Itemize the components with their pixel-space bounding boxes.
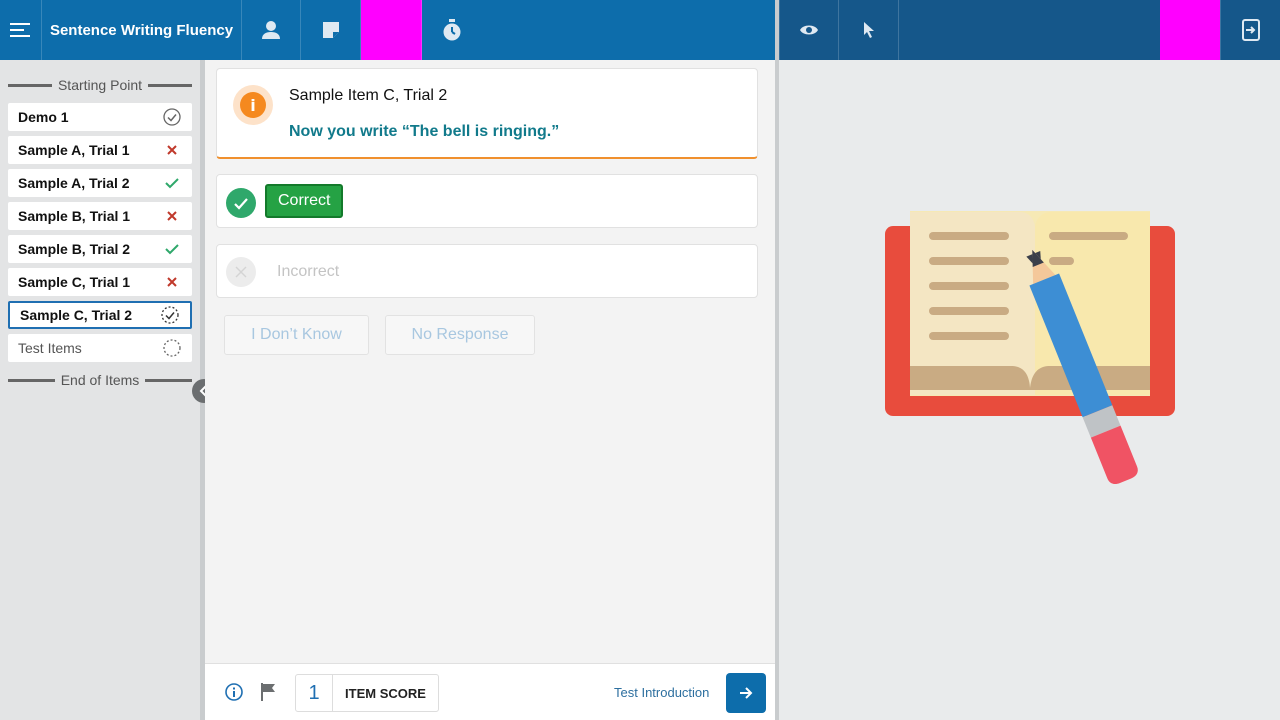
app-title: Sentence Writing Fluency bbox=[42, 0, 242, 60]
sidebar-item-sample-a-trial-2[interactable]: Sample A, Trial 2 bbox=[8, 169, 192, 197]
dont-know-button[interactable]: I Don’t Know bbox=[224, 315, 369, 355]
timer-button[interactable] bbox=[422, 0, 482, 60]
check-icon bbox=[162, 239, 182, 259]
sidebar-item-test-items[interactable]: Test Items bbox=[8, 334, 192, 362]
item-instruction: Now you write “The bell is ringing.” bbox=[289, 123, 560, 140]
item-score-label: ITEM SCORE bbox=[345, 685, 426, 701]
incorrect-button[interactable]: Incorrect bbox=[277, 263, 339, 281]
sidebar-item-sample-c-trial-2[interactable]: Sample C, Trial 2 bbox=[8, 301, 192, 329]
timer-icon bbox=[443, 19, 461, 41]
check-circle-icon bbox=[226, 188, 256, 218]
item-title: Sample Item C, Trial 2 bbox=[289, 87, 448, 104]
eye-icon bbox=[800, 25, 818, 35]
sidebar-item-label: Demo 1 bbox=[18, 109, 69, 125]
check-outline-icon bbox=[162, 107, 182, 127]
pending-icon bbox=[162, 338, 182, 358]
view-button[interactable] bbox=[779, 0, 839, 60]
sidebar-item-label: Sample B, Trial 2 bbox=[18, 241, 131, 257]
incorrect-response-row[interactable]: Incorrect bbox=[216, 244, 758, 298]
sidebar-item-label: Sample A, Trial 2 bbox=[18, 175, 130, 191]
sidebar-item-label: Sample C, Trial 1 bbox=[18, 274, 131, 290]
sidebar-item-label: Test Items bbox=[18, 340, 82, 356]
info-outline-icon[interactable] bbox=[224, 682, 244, 707]
sidebar-item-sample-a-trial-1[interactable]: Sample A, Trial 1 bbox=[8, 136, 192, 164]
sidebar-item-label: Sample C, Trial 2 bbox=[20, 307, 133, 323]
cross-icon bbox=[162, 206, 182, 226]
info-icon: i bbox=[233, 85, 273, 125]
sidebar-item-demo-1[interactable]: Demo 1 bbox=[8, 103, 192, 131]
end-of-items-marker: End of Items bbox=[8, 370, 192, 390]
item-score-value: 1 bbox=[296, 675, 333, 711]
x-circle-icon bbox=[226, 257, 256, 287]
sidebar-item-label: Sample A, Trial 1 bbox=[18, 142, 130, 158]
next-button[interactable] bbox=[726, 673, 766, 713]
cross-icon bbox=[162, 140, 182, 160]
check-icon bbox=[162, 173, 182, 193]
pointer-button[interactable] bbox=[839, 0, 899, 60]
redacted-block bbox=[1160, 0, 1220, 60]
examinee-icon bbox=[262, 21, 280, 39]
redacted-block bbox=[361, 0, 422, 60]
pointer-icon bbox=[863, 22, 874, 38]
item-score: 1 ITEM SCORE bbox=[295, 674, 439, 712]
sidebar-item-sample-b-trial-2[interactable]: Sample B, Trial 2 bbox=[8, 235, 192, 263]
arrow-right-icon bbox=[740, 687, 753, 699]
menu-button[interactable] bbox=[0, 0, 42, 60]
top-toolbar: Sentence Writing Fluency bbox=[0, 0, 775, 60]
sidebar-item-label: Sample B, Trial 1 bbox=[18, 208, 131, 224]
swap-screen-button[interactable] bbox=[1220, 0, 1280, 60]
item-footer: 1 ITEM SCORE Test Introduction bbox=[205, 663, 775, 720]
in-progress-icon bbox=[160, 305, 180, 325]
swap-screen-icon bbox=[1241, 19, 1260, 41]
starting-point-marker: Starting Point bbox=[8, 75, 192, 95]
examinee-view bbox=[779, 60, 1280, 720]
examinee-toolbar bbox=[779, 0, 1280, 60]
notes-icon bbox=[322, 22, 339, 38]
menu-icon bbox=[9, 23, 30, 37]
no-response-button[interactable]: No Response bbox=[385, 315, 535, 355]
sidebar-item-sample-b-trial-1[interactable]: Sample B, Trial 1 bbox=[8, 202, 192, 230]
examinee-button[interactable] bbox=[242, 0, 301, 60]
book-pencil-icon bbox=[885, 211, 1175, 485]
correct-button[interactable]: Correct bbox=[265, 184, 344, 218]
cross-icon bbox=[162, 272, 182, 292]
prompt-card: i Sample Item C, Trial 2 Now you write “… bbox=[216, 68, 758, 159]
sidebar-item-sample-c-trial-1[interactable]: Sample C, Trial 1 bbox=[8, 268, 192, 296]
flag-icon[interactable] bbox=[260, 682, 278, 707]
next-item-label[interactable]: Test Introduction bbox=[614, 685, 709, 700]
correct-response-row[interactable]: Correct bbox=[216, 174, 758, 228]
notes-button[interactable] bbox=[301, 0, 361, 60]
